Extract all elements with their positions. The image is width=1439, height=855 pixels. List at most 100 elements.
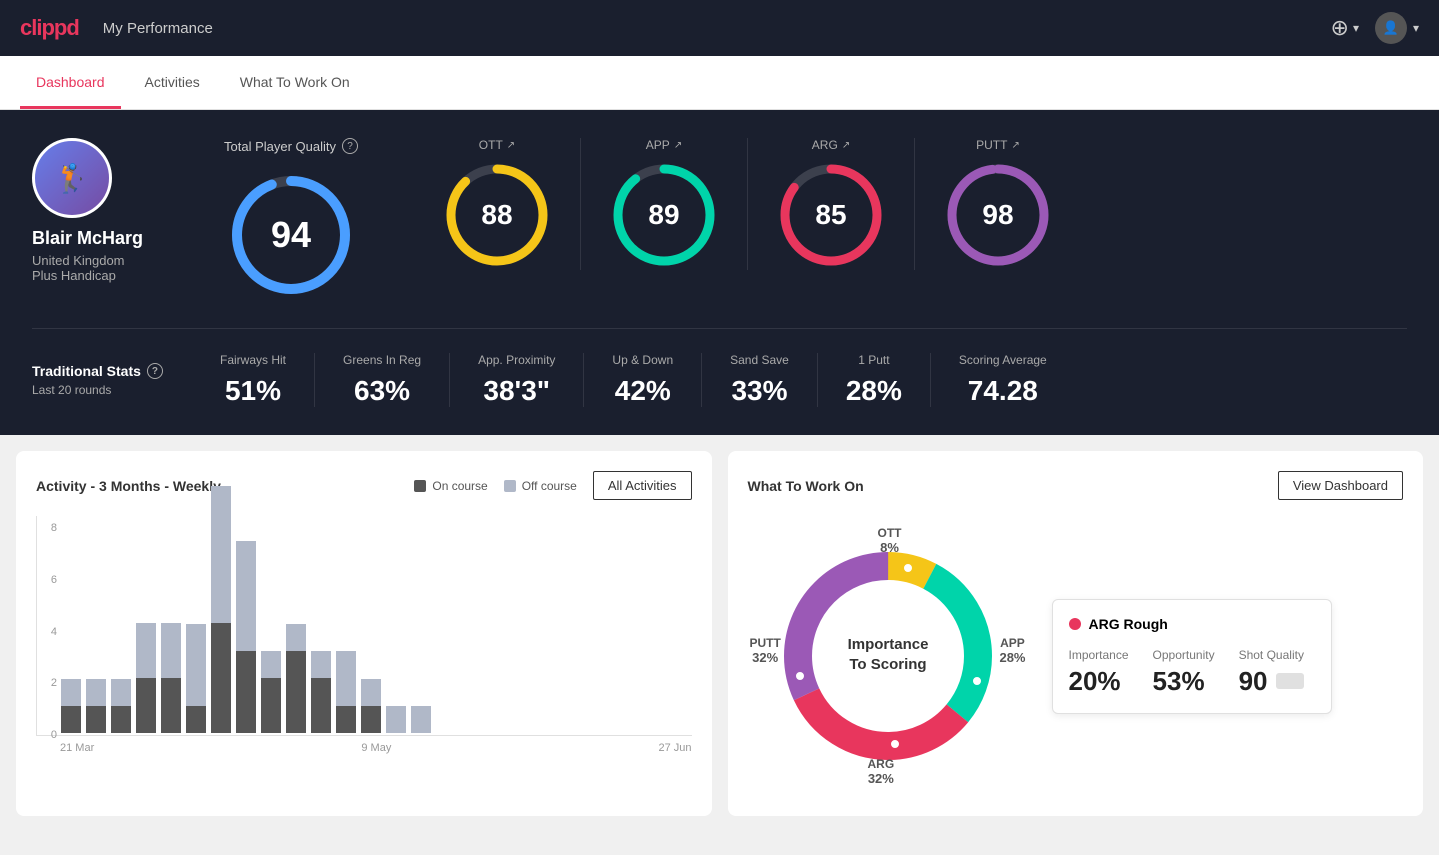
activity-chart-card: Activity - 3 Months - Weekly On course O… — [16, 451, 712, 816]
total-player-quality: Total Player Quality ? 94 — [224, 138, 382, 300]
add-button[interactable]: ⊕ ▾ — [1331, 15, 1359, 41]
donut-title: What To Work On — [748, 478, 1278, 494]
arrow-icon: ↗ — [507, 140, 515, 151]
metric-arg-label: ARG ↗ — [812, 138, 850, 152]
chart-legend: On course Off course — [414, 479, 577, 493]
player-row: 🏌️ Blair McHarg United Kingdom Plus Hand… — [32, 138, 1407, 329]
bar-group — [136, 623, 156, 733]
label-putt: PUTT32% — [750, 636, 781, 665]
metrics-row: OTT ↗ 88 APP ↗ — [414, 138, 1407, 270]
arg-gauge: 85 — [776, 160, 886, 270]
putt-gauge: 98 — [943, 160, 1053, 270]
stat-greens: Greens In Reg 63% — [315, 353, 450, 407]
stats-sublabel: Last 20 rounds — [32, 383, 192, 397]
ott-gauge: 88 — [442, 160, 552, 270]
stat-updown: Up & Down 42% — [584, 353, 702, 407]
top-nav: clippd My Performance ⊕ ▾ 👤 ▾ — [0, 0, 1439, 56]
y-axis: 8 6 4 2 0 — [37, 516, 57, 735]
metric-app: APP ↗ 89 — [581, 138, 748, 270]
view-dashboard-button[interactable]: View Dashboard — [1278, 471, 1403, 500]
legend-off-course: Off course — [504, 479, 577, 493]
bar-group — [286, 624, 306, 733]
arg-value: 85 — [815, 199, 846, 231]
chevron-down-icon: ▾ — [1353, 21, 1359, 35]
detail-metrics: Importance 20% Opportunity 53% Shot Qual… — [1069, 648, 1315, 697]
donut-header: What To Work On View Dashboard — [748, 471, 1404, 500]
chart-header: Activity - 3 Months - Weekly On course O… — [36, 471, 692, 500]
stats-row: Traditional Stats ? Last 20 rounds Fairw… — [32, 329, 1407, 407]
svg-text:Importance: Importance — [847, 636, 928, 653]
legend-dot-off-course — [504, 480, 516, 492]
putt-value: 98 — [982, 199, 1013, 231]
bar-group — [111, 679, 131, 733]
bottom-section: Activity - 3 Months - Weekly On course O… — [0, 435, 1439, 832]
label-ott: OTT8% — [878, 526, 902, 555]
help-icon[interactable]: ? — [147, 363, 163, 379]
tab-bar: Dashboard Activities What To Work On — [0, 56, 1439, 110]
nav-right: ⊕ ▾ 👤 ▾ — [1331, 12, 1420, 44]
stats-list: Fairways Hit 51% Greens In Reg 63% App. … — [192, 353, 1407, 407]
donut-svg: Importance To Scoring — [748, 516, 1028, 796]
arrow-icon: ↗ — [842, 140, 850, 151]
player-country: United Kingdom — [32, 253, 192, 268]
stat-fairways: Fairways Hit 51% — [192, 353, 315, 407]
app-gauge: 89 — [609, 160, 719, 270]
svg-text:To Scoring: To Scoring — [849, 656, 926, 673]
bar-group — [86, 679, 106, 733]
arrow-icon: ↗ — [1011, 140, 1019, 151]
app-value: 89 — [648, 199, 679, 231]
what-to-work-on-card: What To Work On View Dashboard OTT8% APP… — [728, 451, 1424, 816]
bar-group — [261, 651, 281, 733]
legend-on-course: On course — [414, 479, 487, 493]
stats-label: Traditional Stats ? — [32, 363, 192, 379]
donut-chart-wrap: OTT8% APP28% ARG32% PUTT32% — [748, 516, 1028, 796]
avatar: 🏌️ — [32, 138, 112, 218]
bar-group — [361, 679, 381, 733]
shot-quality-bar — [1276, 673, 1304, 689]
donut-container: OTT8% APP28% ARG32% PUTT32% — [748, 516, 1028, 796]
detail-metric-shot-quality: Shot Quality 90 — [1239, 648, 1304, 697]
stat-oneputt: 1 Putt 28% — [818, 353, 931, 407]
x-axis: 21 Mar 9 May 27 Jun — [36, 736, 692, 754]
performance-section: 🏌️ Blair McHarg United Kingdom Plus Hand… — [0, 110, 1439, 435]
all-activities-button[interactable]: All Activities — [593, 471, 692, 500]
stats-label-group: Traditional Stats ? Last 20 rounds — [32, 363, 192, 397]
metric-ott: OTT ↗ 88 — [414, 138, 581, 270]
tab-what-to-work-on[interactable]: What To Work On — [224, 56, 366, 109]
stat-sandsave: Sand Save 33% — [702, 353, 818, 407]
bar-chart: 8 6 4 2 0 — [36, 516, 692, 736]
player-name: Blair McHarg — [32, 228, 192, 249]
plus-icon: ⊕ — [1331, 15, 1349, 41]
tab-dashboard[interactable]: Dashboard — [20, 56, 121, 109]
bar-group — [61, 679, 81, 733]
metric-putt-label: PUTT ↗ — [976, 138, 1020, 152]
tab-activities[interactable]: Activities — [129, 56, 216, 109]
arrow-icon: ↗ — [674, 140, 682, 151]
metric-arg: ARG ↗ 85 — [748, 138, 915, 270]
label-app: APP28% — [999, 636, 1025, 665]
player-info: 🏌️ Blair McHarg United Kingdom Plus Hand… — [32, 138, 192, 283]
chevron-down-icon: ▾ — [1413, 21, 1419, 35]
bar-group — [211, 486, 231, 733]
detail-metric-importance: Importance 20% — [1069, 648, 1129, 697]
legend-dot-on-course — [414, 480, 426, 492]
donut-body: OTT8% APP28% ARG32% PUTT32% — [748, 516, 1404, 796]
logo: clippd — [20, 15, 79, 41]
detail-dot — [1069, 618, 1081, 630]
stat-scoring: Scoring Average 74.28 — [931, 353, 1075, 407]
tpq-gauge: 94 — [226, 170, 356, 300]
tpq-label: Total Player Quality ? — [224, 138, 358, 154]
metric-putt: PUTT ↗ 98 — [915, 138, 1081, 270]
player-handicap: Plus Handicap — [32, 268, 192, 283]
bar-group — [336, 651, 356, 733]
detail-metric-opportunity: Opportunity 53% — [1153, 648, 1215, 697]
tpq-value: 94 — [271, 214, 311, 256]
avatar: 👤 — [1375, 12, 1407, 44]
user-menu[interactable]: 👤 ▾ — [1375, 12, 1419, 44]
bar-group — [411, 706, 431, 733]
bar-group — [161, 623, 181, 733]
bar-group — [186, 624, 206, 733]
bar-group — [386, 706, 406, 733]
detail-card: ARG Rough Importance 20% Opportunity 53%… — [1052, 599, 1332, 714]
help-icon[interactable]: ? — [342, 138, 358, 154]
